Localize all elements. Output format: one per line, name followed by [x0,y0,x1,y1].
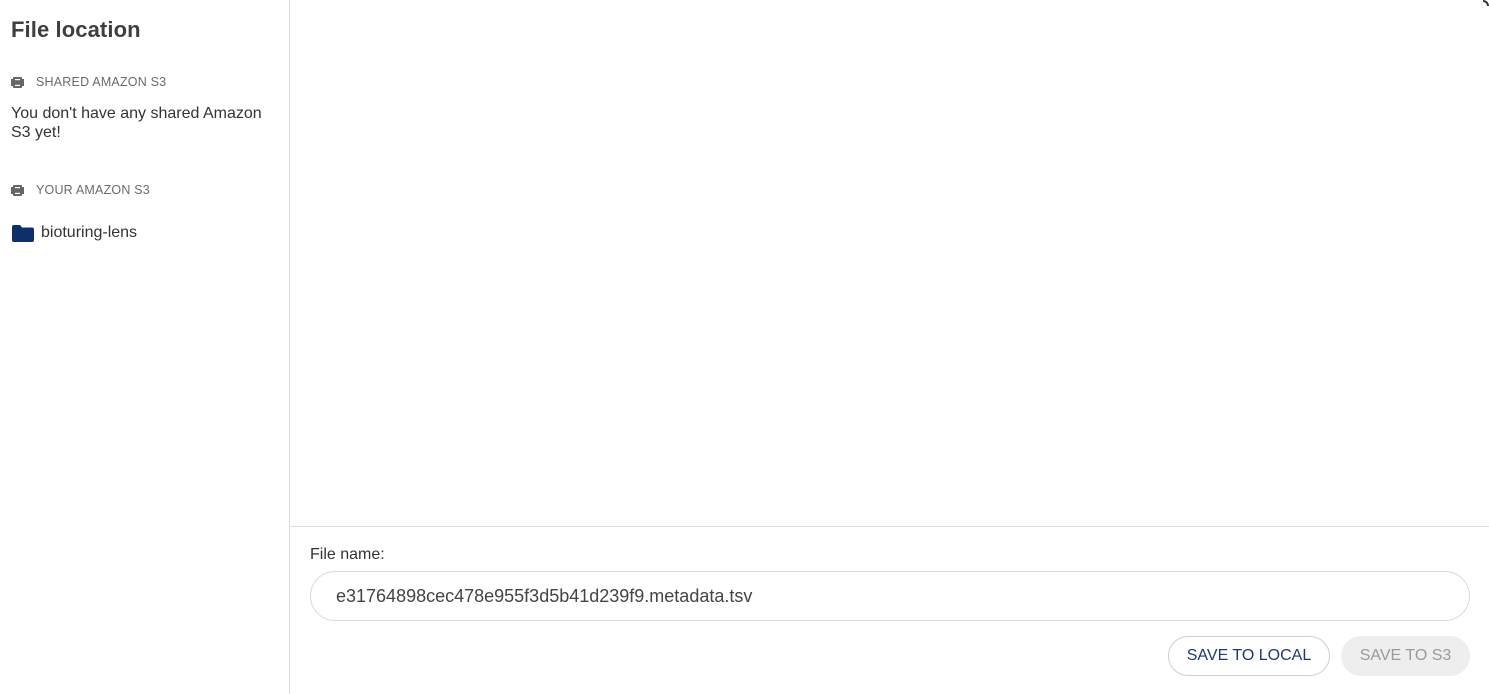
save-to-s3-button[interactable]: SAVE TO S3 [1341,636,1470,676]
shared-s3-section-label: SHARED AMAZON S3 [36,75,167,89]
save-to-local-button[interactable]: SAVE TO LOCAL [1168,636,1330,676]
sidebar-title: File location [11,17,141,42]
folder-icon [11,223,35,243]
file-location-sidebar: File location SHARED AMAZON S3 You don't… [0,0,290,694]
your-s3-section-label: YOUR AMAZON S3 [36,183,150,197]
main-panel: File name: SAVE TO LOCAL SAVE TO S3 [290,0,1489,694]
save-file-dialog: File location SHARED AMAZON S3 You don't… [0,0,1489,694]
bucket-icon [11,184,24,197]
your-s3-section-header: YOUR AMAZON S3 [11,183,150,197]
bucket-item-bioturing-lens[interactable]: bioturing-lens [11,223,137,243]
file-name-label: File name: [310,546,385,563]
shared-s3-empty-message: You don't have any shared Amazon S3 yet! [11,105,262,141]
bucket-item-label: bioturing-lens [41,224,138,241]
file-name-input[interactable] [310,571,1470,621]
bucket-icon [11,76,24,89]
shared-s3-section-header: SHARED AMAZON S3 [11,75,166,89]
file-browser-area [290,0,1489,526]
footer-divider [290,526,1489,527]
